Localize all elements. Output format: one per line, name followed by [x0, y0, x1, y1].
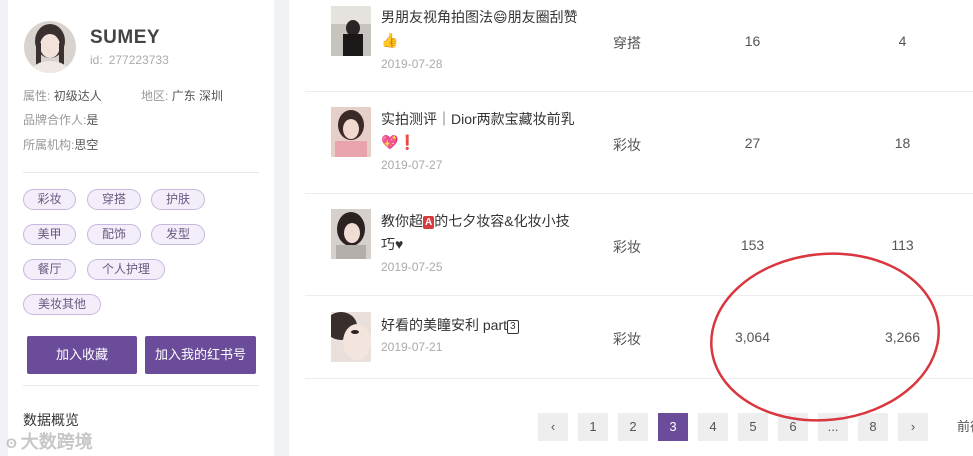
post-title-text: 好看的美瞳安利 part — [381, 317, 508, 333]
organization-label: 所属机构: — [23, 138, 75, 152]
attribute-info: 属性: 初级达人 — [23, 87, 102, 104]
tag-item[interactable]: 餐厅 — [23, 259, 76, 280]
tag-item[interactable]: 配饰 — [87, 224, 141, 245]
profile-card: SUMEY id: 277223733 属性: 初级达人 地区: 广东 深圳 品牌… — [8, 0, 274, 456]
data-overview-title: 数据概览 — [23, 412, 79, 428]
table-row[interactable]: 教你超 A 的七夕妆容&化妆小技巧♥ 2019-07-25 彩妆 153 113 — [305, 194, 973, 296]
watermark: ʘ 大数跨境 — [6, 428, 93, 454]
id-value: 277223733 — [108, 53, 169, 67]
pagination-ellipsis[interactable]: ... — [818, 413, 848, 441]
pagination-page-2[interactable]: 2 — [618, 413, 648, 441]
organization-value: 思空 — [74, 138, 99, 152]
post-favorites: 18 — [894, 135, 911, 151]
attribute-value: 初级达人 — [53, 89, 102, 103]
pagination-goto-label: 前往 — [957, 419, 973, 434]
post-likes: 153 — [740, 237, 765, 253]
region-value: 广东 深圳 — [171, 89, 224, 103]
post-category: 彩妆 — [613, 331, 641, 347]
post-favorites: 113 — [891, 237, 914, 253]
pagination-prev-button[interactable]: ‹ — [538, 413, 568, 441]
post-likes: 16 — [744, 33, 761, 49]
brand-partner-value: 是 — [86, 113, 99, 127]
post-title-text: 男朋友视角拍图法 — [381, 9, 493, 25]
keycap-three-emoji-icon: 3 — [507, 320, 519, 334]
a-button-emoji-icon: A — [423, 216, 435, 229]
exclamation-emoji-icon: ❗ — [398, 134, 416, 150]
tag-item[interactable]: 发型 — [151, 224, 205, 245]
post-category: 彩妆 — [613, 239, 641, 255]
tag-item[interactable]: 穿搭 — [87, 189, 141, 210]
post-title-text: 实拍测评｜Dior两款宝藏妆前乳 — [381, 111, 575, 127]
post-title[interactable]: 实拍测评｜Dior两款宝藏妆前乳 💖❗ — [381, 108, 581, 154]
post-title-text: 朋友圈刮赞 — [507, 9, 578, 25]
add-account-button[interactable]: 加入我的红书号 — [145, 336, 256, 374]
organization-info: 所属机构:思空 — [23, 136, 98, 153]
post-thumbnail[interactable] — [331, 209, 371, 259]
table-row[interactable]: 好看的美瞳安利 part 3 2019-07-21 彩妆 3,064 3,266 — [305, 296, 973, 379]
divider — [23, 385, 259, 386]
tag-item[interactable]: 美妆其他 — [23, 294, 101, 315]
post-thumbnail[interactable] — [331, 6, 371, 56]
pagination-page-1[interactable]: 1 — [578, 413, 608, 441]
brand-partner-info: 品牌合作人:是 — [23, 111, 98, 128]
post-title[interactable]: 男朋友视角拍图法😄朋友圈刮赞 👍 — [381, 6, 581, 52]
region-info: 地区: 广东 深圳 — [141, 87, 223, 104]
tag-item[interactable]: 美甲 — [23, 224, 76, 245]
grin-emoji-icon: 😄 — [493, 9, 508, 25]
post-thumbnail[interactable] — [331, 312, 371, 362]
pagination-next-button[interactable]: › — [898, 413, 928, 441]
post-favorites: 4 — [898, 33, 907, 49]
user-id: id: 277223733 — [90, 53, 169, 67]
post-title[interactable]: 好看的美瞳安利 part 3 — [381, 314, 581, 337]
attribute-label: 属性: — [23, 89, 51, 103]
table-row[interactable]: 实拍测评｜Dior两款宝藏妆前乳 💖❗ 2019-07-27 彩妆 27 18 — [305, 92, 973, 194]
pagination-page-3-current[interactable]: 3 — [658, 413, 688, 441]
pagination-page-4[interactable]: 4 — [698, 413, 728, 441]
post-date: 2019-07-28 — [381, 57, 443, 71]
watermark-logo-icon: ʘ — [6, 435, 21, 451]
tag-item[interactable]: 护肤 — [151, 189, 205, 210]
post-date: 2019-07-21 — [381, 340, 443, 354]
post-date: 2019-07-27 — [381, 158, 443, 172]
username: SUMEY — [90, 27, 161, 48]
tag-item[interactable]: 彩妆 — [23, 189, 76, 210]
post-title-text: 教你超 — [381, 213, 423, 229]
table-row[interactable]: 男朋友视角拍图法😄朋友圈刮赞 👍 2019-07-28 穿搭 16 4 — [305, 0, 973, 92]
post-list-panel: 男朋友视角拍图法😄朋友圈刮赞👍 2019-07-28 穿搭 16 4 实拍测评｜… — [289, 0, 973, 456]
id-label: id: — [90, 53, 103, 67]
pagination-page-8[interactable]: 8 — [858, 413, 888, 441]
region-label: 地区: — [141, 89, 169, 103]
pagination-page-6[interactable]: 6 — [778, 413, 808, 441]
add-favorite-button[interactable]: 加入收藏 — [27, 336, 137, 374]
heart-emoji-icon: 💖 — [381, 134, 399, 150]
avatar[interactable] — [24, 21, 76, 73]
post-category: 穿搭 — [613, 35, 641, 51]
post-date: 2019-07-25 — [381, 260, 443, 274]
post-category: 彩妆 — [613, 137, 641, 153]
pagination-page-5[interactable]: 5 — [738, 413, 768, 441]
thumbs-up-emoji-icon: 👍 — [381, 32, 399, 48]
post-likes: 3,064 — [734, 329, 771, 345]
tag-item[interactable]: 个人护理 — [87, 259, 165, 280]
brand-partner-label: 品牌合作人: — [23, 113, 87, 127]
watermark-text: 大数跨境 — [20, 432, 93, 452]
post-favorites: 3,266 — [884, 329, 921, 345]
divider — [23, 172, 259, 173]
post-title[interactable]: 教你超 A 的七夕妆容&化妆小技巧♥ — [381, 210, 581, 256]
post-thumbnail[interactable] — [331, 107, 371, 157]
post-likes: 27 — [744, 135, 761, 151]
